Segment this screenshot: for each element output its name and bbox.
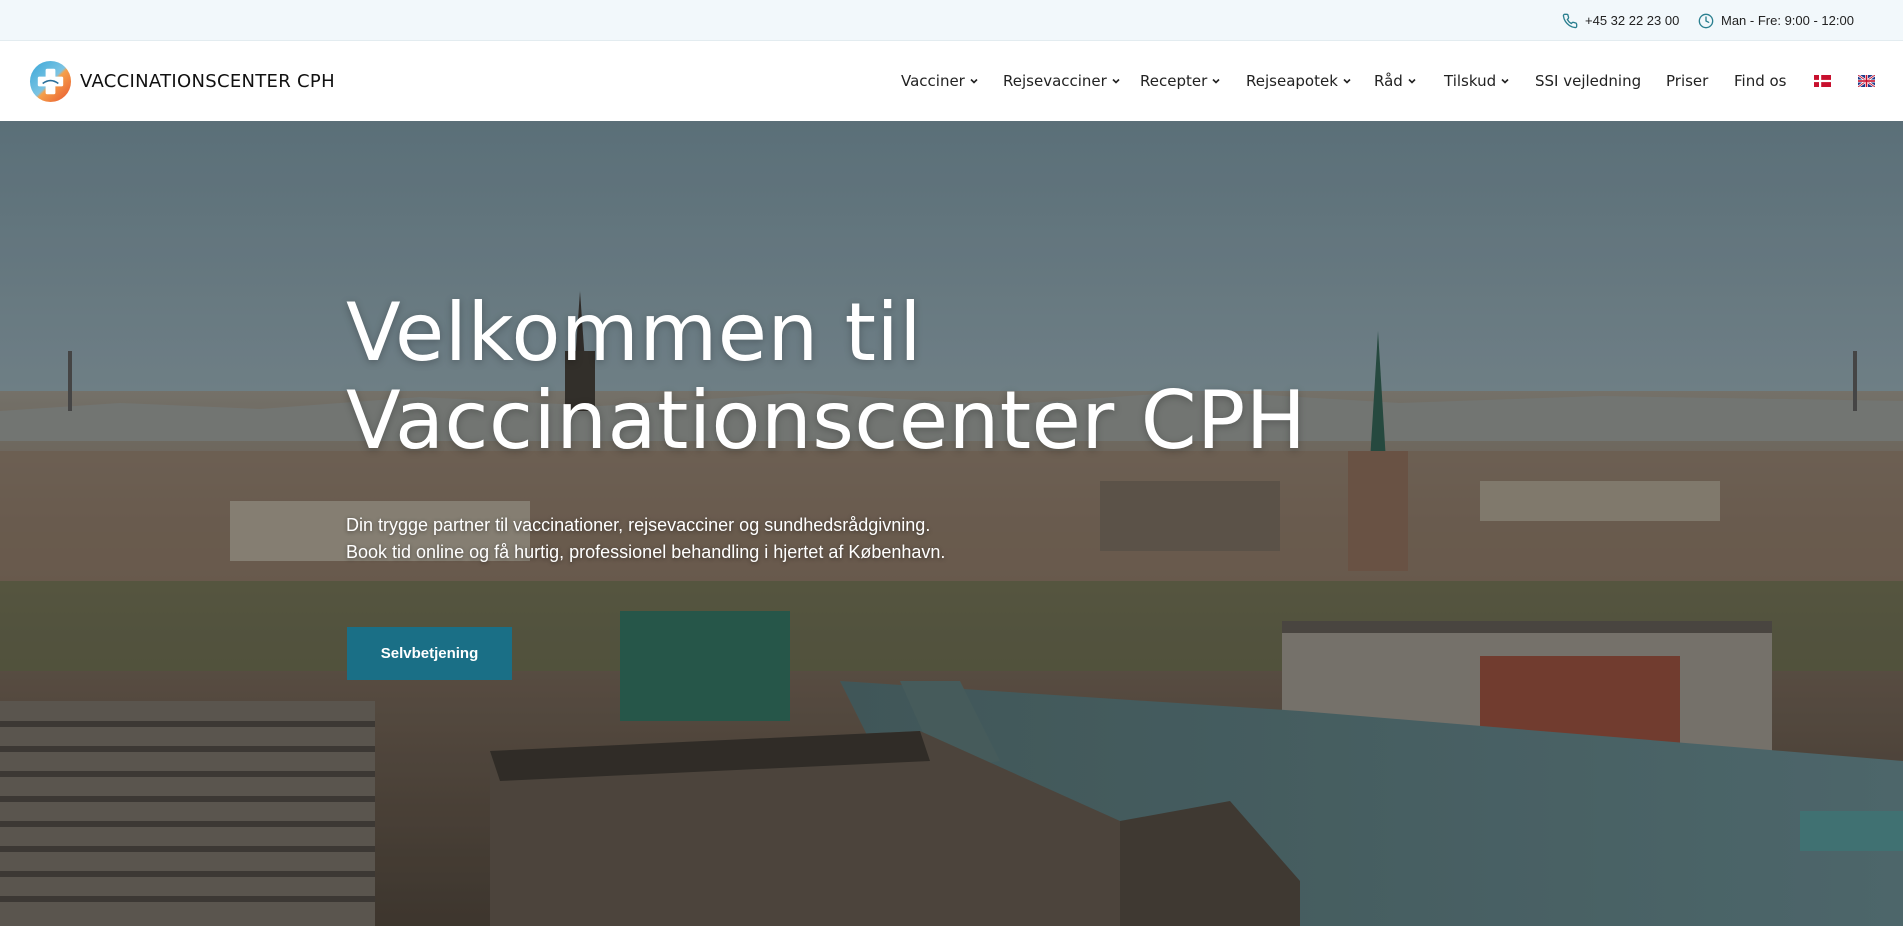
nav-item-label: Recepter (1140, 72, 1208, 90)
hero-description-line-1: Din trygge partner til vaccinationer, re… (346, 515, 931, 535)
hero-description-line-2: Book tid online og få hurtig, profession… (346, 542, 946, 562)
hero-description: Din trygge partner til vaccinationer, re… (346, 512, 1146, 566)
top-info-bar: +45 32 22 23 00 Man - Fre: 9:00 - 12:00 (0, 0, 1903, 41)
nav-item-label: Vacciner (901, 72, 965, 90)
chevron-down-icon (970, 78, 978, 84)
danish-flag-icon[interactable] (1814, 75, 1831, 87)
nav-item-label: Tilskud (1444, 72, 1497, 90)
selvbetjening-button[interactable]: Selvbetjening (347, 627, 512, 680)
hero-title: Velkommen til Vaccinationscenter CPH (346, 289, 1346, 465)
nav-item-label: SSI vejledning (1535, 72, 1642, 90)
nav-item-recepter[interactable]: Recepter (1140, 41, 1221, 121)
nav-item-ssi-vejledning[interactable]: SSI vejledning (1535, 41, 1641, 121)
nav-item-tilskud[interactable]: Tilskud (1444, 41, 1510, 121)
nav-item-vacciner[interactable]: Vacciner (901, 41, 979, 121)
nav-item-priser[interactable]: Priser (1666, 41, 1708, 121)
phone-icon (1562, 13, 1578, 28)
nav-item-label: Rejsevacciner (1003, 72, 1107, 90)
clock-icon (1698, 13, 1714, 28)
nav-item-label: Priser (1666, 72, 1709, 90)
opening-hours-text: Man - Fre: 9:00 - 12:00 (1721, 13, 1854, 28)
nav-item-label: Find os (1734, 72, 1787, 90)
nav-item-rejsevacciner[interactable]: Rejsevacciner (1003, 41, 1121, 121)
hero-section: Velkommen til Vaccinationscenter CPH Din… (0, 121, 1903, 926)
chevron-down-icon (1408, 78, 1416, 84)
nav-item-find-os[interactable]: Find os (1734, 41, 1787, 121)
chevron-down-icon (1112, 78, 1120, 84)
nav-item-label: Rejseapotek (1246, 72, 1338, 90)
nav-item-label: Råd (1374, 72, 1403, 90)
chevron-down-icon (1501, 78, 1509, 84)
hero-title-line-2: Vaccinationscenter CPH (346, 374, 1307, 467)
nav-item-raad[interactable]: Råd (1374, 41, 1417, 121)
opening-hours: Man - Fre: 9:00 - 12:00 (1698, 0, 1854, 41)
main-navigation: Vacciner Rejsevacciner Recepter Rejseapo… (0, 41, 1903, 121)
chevron-down-icon (1212, 78, 1220, 84)
phone-number[interactable]: +45 32 22 23 00 (1585, 13, 1679, 28)
nav-item-rejseapotek[interactable]: Rejseapotek (1246, 41, 1352, 121)
uk-flag-icon[interactable] (1858, 75, 1875, 87)
site-header: VACCINATIONSCENTER CPH Vacciner Rejsevac… (0, 41, 1903, 121)
phone-contact[interactable]: +45 32 22 23 00 (1562, 0, 1679, 41)
chevron-down-icon (1343, 78, 1351, 84)
hero-title-line-1: Velkommen til (346, 286, 922, 379)
